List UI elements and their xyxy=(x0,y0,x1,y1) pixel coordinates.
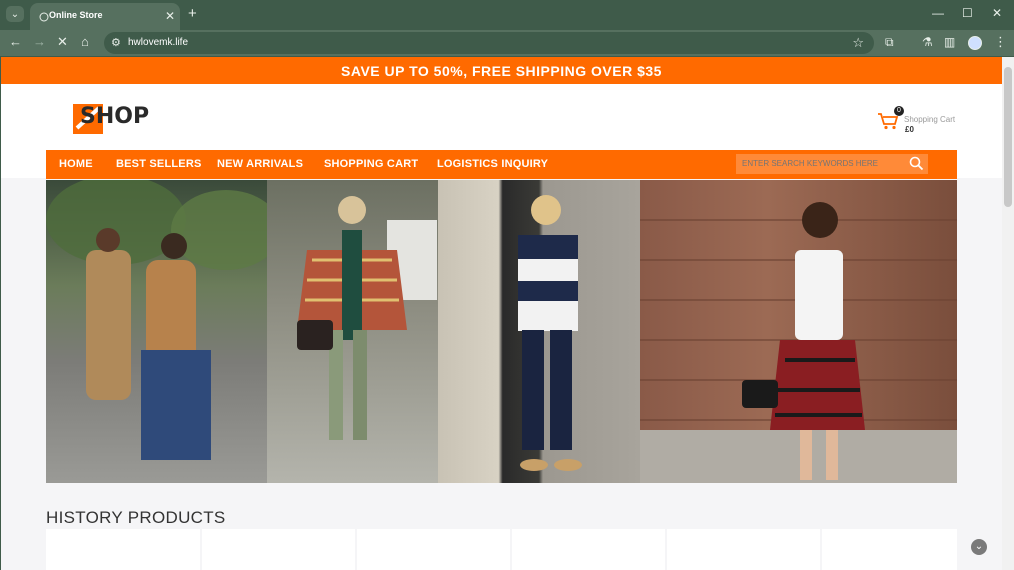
cart-count-badge: 0 xyxy=(894,106,904,116)
page-viewport: SAVE UP TO 50%, FREE SHIPPING OVER $35 S… xyxy=(1,57,1002,570)
back-to-top-icon[interactable]: ⌄ xyxy=(971,539,987,555)
bookmark-star-icon[interactable]: ☆ xyxy=(852,35,864,51)
hero-photo-4 xyxy=(640,180,957,483)
hero-photo-2 xyxy=(267,180,438,483)
hero-banner[interactable] xyxy=(46,180,957,483)
product-card[interactable] xyxy=(46,529,200,570)
nav-item-logistics-inquiry[interactable]: LOGISTICS INQUIRY xyxy=(437,158,548,170)
history-products-title: HISTORY PRODUCTS xyxy=(46,508,226,527)
product-card[interactable] xyxy=(667,529,820,570)
product-card[interactable] xyxy=(512,529,665,570)
close-tab-icon[interactable]: ✕ xyxy=(165,9,175,23)
search-box xyxy=(736,154,928,174)
extensions-icon[interactable]: ⧉ xyxy=(885,35,894,50)
main-nav: HOME BEST SELLERS NEW ARRIVALS SHOPPING … xyxy=(46,150,957,179)
product-card[interactable] xyxy=(202,529,355,570)
tab-search-icon[interactable]: ⌄ xyxy=(6,6,24,22)
new-tab-icon[interactable]: + xyxy=(188,5,197,22)
logo-text: SHOP xyxy=(80,104,150,129)
cart-label[interactable]: Shopping Cart xyxy=(904,115,955,124)
nav-item-new-arrivals[interactable]: NEW ARRIVALS xyxy=(217,158,303,170)
search-input[interactable] xyxy=(742,159,902,168)
url-text: hwlovemk.life xyxy=(128,37,189,48)
browser-tab-bar: ⌄ Online Store ✕ + — ☐ ✕ xyxy=(0,0,1014,30)
shop-logo[interactable]: SHOP xyxy=(71,102,149,136)
back-icon[interactable]: ← xyxy=(9,34,22,49)
cart-total: £0 xyxy=(905,125,914,134)
browser-tab[interactable]: Online Store ✕ xyxy=(30,3,180,30)
minimize-icon[interactable]: — xyxy=(932,6,944,20)
history-products-list xyxy=(46,529,957,570)
side-panel-icon[interactable]: ▥ xyxy=(944,35,955,49)
site-info-icon[interactable]: ⚙ xyxy=(111,36,121,49)
labs-icon[interactable]: ⚗ xyxy=(922,35,933,49)
home-icon[interactable]: ⌂ xyxy=(81,34,89,49)
stop-loading-icon[interactable]: ✕ xyxy=(57,34,68,50)
tab-title: Online Store xyxy=(49,10,103,20)
scroll-thumb[interactable] xyxy=(1004,67,1012,207)
product-card[interactable] xyxy=(822,529,957,570)
nav-item-home[interactable]: HOME xyxy=(59,158,93,170)
menu-icon[interactable]: ⋮ xyxy=(994,34,1007,50)
close-window-icon[interactable]: ✕ xyxy=(992,6,1002,20)
profile-avatar[interactable] xyxy=(968,36,982,50)
address-bar[interactable]: ⚙ hwlovemk.life ☆ xyxy=(104,32,874,54)
globe-icon xyxy=(39,12,49,22)
nav-item-best-sellers[interactable]: BEST SELLERS xyxy=(116,158,202,170)
hero-photo-3 xyxy=(438,180,640,483)
forward-icon[interactable]: → xyxy=(33,34,46,49)
maximize-icon[interactable]: ☐ xyxy=(962,6,973,20)
browser-toolbar: ← → ✕ ⌂ ⚙ hwlovemk.life ☆ ⧉ ⚗ ▥ ⋮ xyxy=(0,30,1014,56)
product-card[interactable] xyxy=(357,529,510,570)
nav-item-shopping-cart[interactable]: SHOPPING CART xyxy=(324,158,418,170)
promo-banner: SAVE UP TO 50%, FREE SHIPPING OVER $35 xyxy=(1,57,1002,84)
search-icon[interactable] xyxy=(909,156,924,171)
hero-photo-1 xyxy=(46,180,267,483)
page-scrollbar[interactable] xyxy=(1002,57,1014,570)
